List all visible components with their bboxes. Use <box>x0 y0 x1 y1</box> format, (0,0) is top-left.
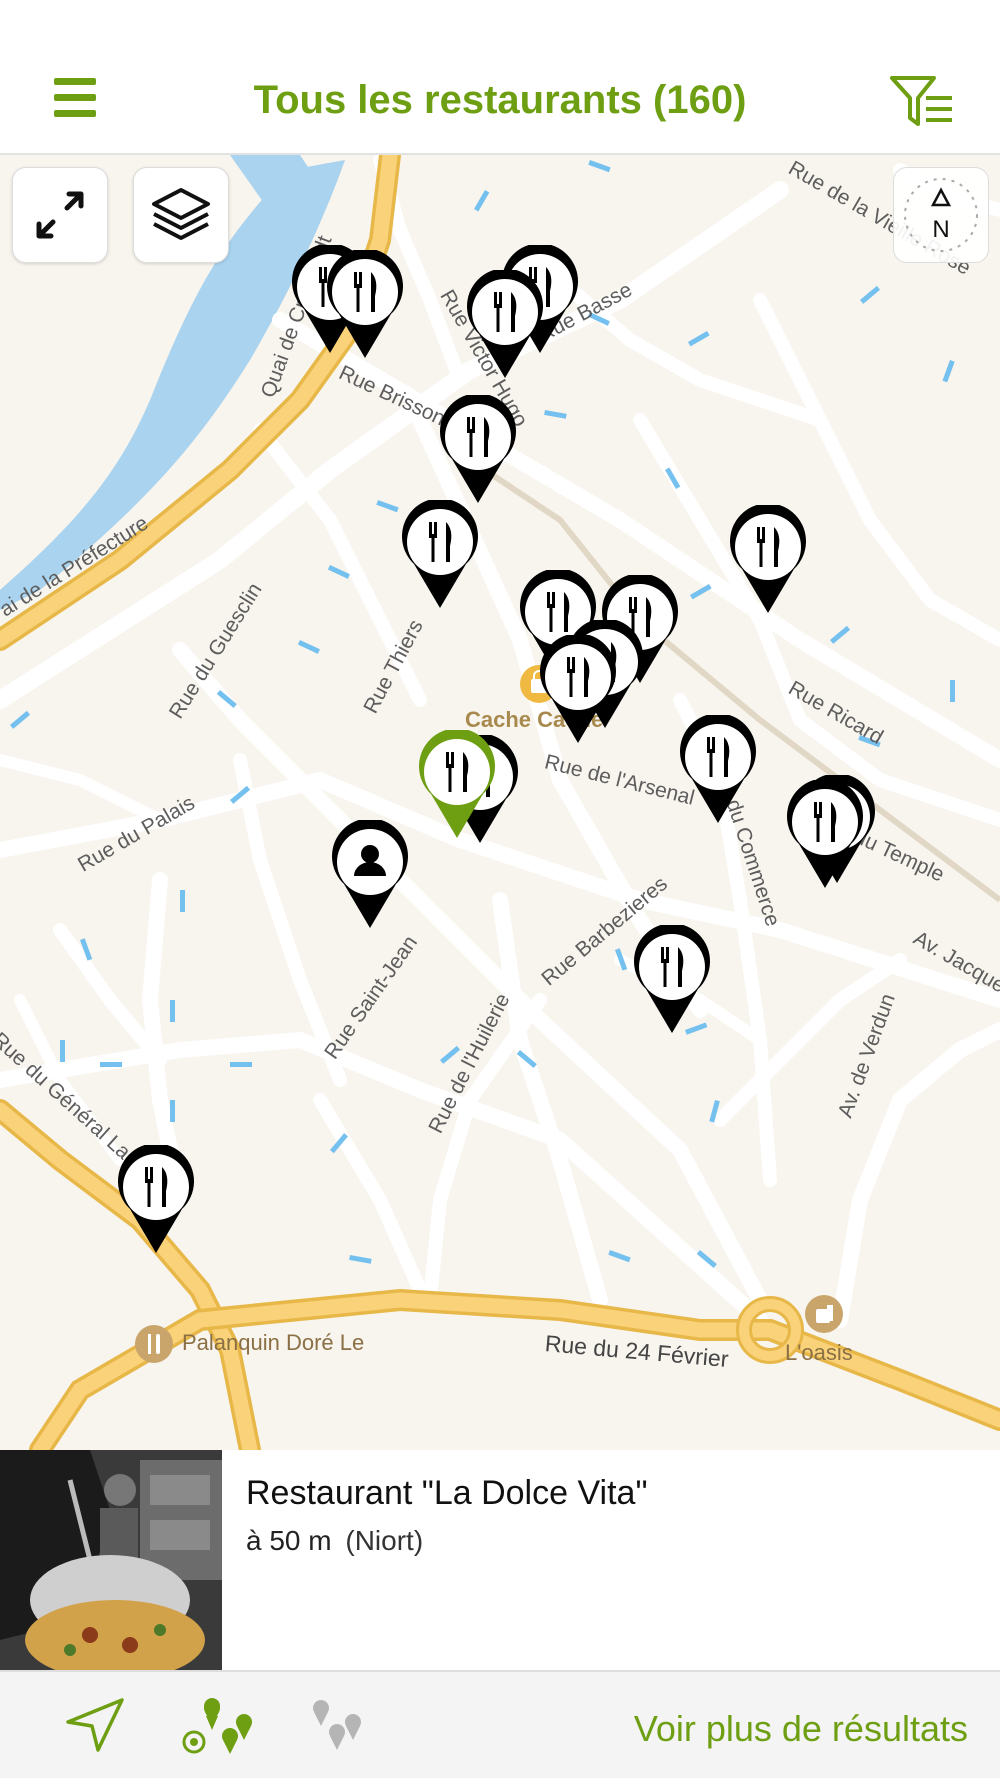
navigation-arrow-icon <box>66 1698 124 1752</box>
map-pins-icon <box>313 1700 361 1750</box>
fork-knife-icon <box>467 268 543 378</box>
restaurant-marker[interactable] <box>325 248 405 360</box>
page-title: Tous les restaurants (160) <box>253 78 747 122</box>
restaurant-marker[interactable] <box>538 633 618 745</box>
restaurant-icon[interactable] <box>135 1325 173 1363</box>
restaurant-distance-line: à 50 m (Niort) <box>246 1525 423 1557</box>
restaurant-marker[interactable] <box>400 498 480 610</box>
restaurant-city: (Niort) <box>345 1525 424 1556</box>
restaurant-marker[interactable] <box>116 1143 196 1255</box>
user-location-icon <box>332 818 408 928</box>
layers-icon <box>152 188 210 240</box>
restaurant-marker[interactable] <box>728 503 808 615</box>
compass-button[interactable]: N <box>893 167 989 263</box>
filter-list-icon <box>890 76 952 126</box>
user-location-marker[interactable] <box>330 818 410 930</box>
locate-me-button[interactable] <box>62 1694 132 1754</box>
map-layers-button[interactable] <box>133 167 229 263</box>
nearby-pins-icon <box>182 1698 252 1754</box>
nearby-results-button[interactable] <box>178 1694 252 1754</box>
restaurant-marker[interactable] <box>438 393 518 505</box>
restaurant-distance: à 50 m <box>246 1525 332 1556</box>
restaurant-marker[interactable] <box>632 923 712 1035</box>
fork-knife-icon <box>730 503 806 613</box>
compass-icon <box>904 178 978 252</box>
selected-restaurant-marker[interactable] <box>417 728 497 840</box>
fork-knife-icon <box>419 728 495 838</box>
filter-button[interactable] <box>888 72 958 132</box>
restaurant-photo <box>0 1450 222 1670</box>
poi-label-loasis: L'oasis <box>785 1340 853 1365</box>
expand-arrows-icon <box>36 191 84 239</box>
fork-knife-icon <box>540 633 616 743</box>
fork-knife-icon <box>327 248 403 358</box>
fastfood-icon[interactable] <box>805 1295 843 1333</box>
restaurant-marker[interactable] <box>465 268 545 380</box>
restaurant-marker[interactable] <box>785 778 865 890</box>
poi-label-palanquin: Palanquin Doré Le <box>182 1330 365 1355</box>
restaurant-name: Restaurant "La Dolce Vita" <box>246 1474 648 1512</box>
map-view[interactable]: Quai de Cronstadt Rue Basse Rue Brisson … <box>0 155 1000 1450</box>
compass-label: N <box>932 216 950 243</box>
fork-knife-icon <box>118 1143 194 1253</box>
app-header: Tous les restaurants (160) <box>0 0 1000 155</box>
bottom-toolbar: Voir plus de résultats <box>0 1670 1000 1778</box>
fork-knife-icon <box>634 923 710 1033</box>
more-results-link[interactable]: Voir plus de résultats <box>634 1708 968 1750</box>
fork-knife-icon <box>440 393 516 503</box>
all-results-button[interactable] <box>305 1694 375 1754</box>
fork-knife-icon <box>680 713 756 823</box>
fork-knife-icon <box>402 498 478 608</box>
restaurant-card[interactable]: Restaurant "La Dolce Vita" à 50 m (Niort… <box>0 1450 1000 1670</box>
expand-map-button[interactable] <box>12 167 108 263</box>
restaurant-marker[interactable] <box>678 713 758 825</box>
fork-knife-icon <box>787 778 863 888</box>
